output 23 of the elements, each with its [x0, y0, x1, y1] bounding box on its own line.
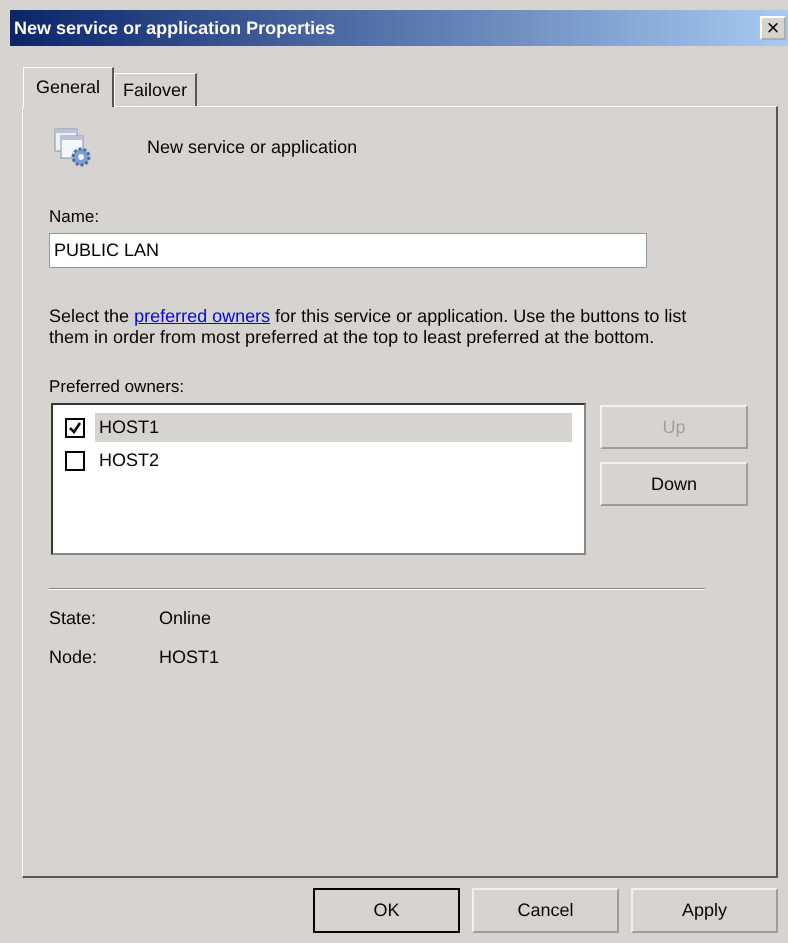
dialog-button[interactable]: Apply — [631, 888, 778, 933]
close-button[interactable]: × — [760, 16, 786, 40]
info-value: HOST1 — [159, 647, 220, 668]
info-label: State: — [49, 608, 98, 630]
checkbox[interactable] — [65, 450, 85, 471]
tab[interactable]: General — [23, 67, 114, 107]
checkbox[interactable] — [65, 418, 85, 438]
info-label: Node: — [49, 647, 98, 668]
dialog-button[interactable]: OK — [313, 888, 460, 933]
name-field[interactable]: PUBLIC LAN — [49, 233, 647, 268]
dialog-button[interactable]: Cancel — [472, 888, 619, 933]
windows-gear-icon — [53, 127, 93, 167]
name-label: Name: — [49, 207, 100, 227]
service-name: New service or application — [147, 136, 358, 158]
description-text: Select the preferred owners for this service or application. Use the buttons to list them in order from most preferred at the top to least preferred at the bottom. — [49, 306, 688, 348]
window-title: New service or application Properties — [14, 18, 336, 38]
preferred-owners-link[interactable]: preferred owners — [134, 306, 270, 326]
owner-item[interactable]: HOST2 — [95, 446, 572, 476]
info-value: Online — [159, 608, 212, 630]
move-button[interactable]: Down — [600, 462, 748, 506]
owners-label: Preferred owners: — [49, 377, 186, 398]
owner-item[interactable]: HOST1 — [95, 413, 572, 442]
tab[interactable]: Failover — [114, 73, 198, 106]
